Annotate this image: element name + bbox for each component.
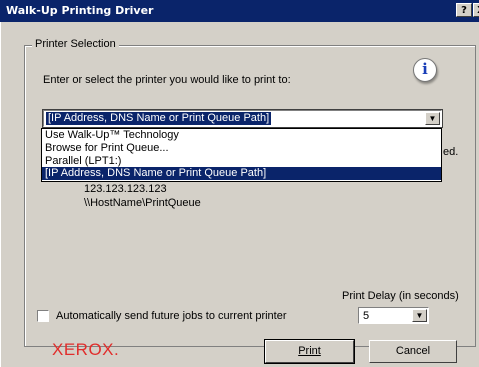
- chevron-down-icon[interactable]: ▼: [412, 309, 427, 322]
- printer-prompt: Enter or select the printer you would li…: [43, 74, 291, 86]
- help-button[interactable]: ?: [456, 3, 472, 17]
- info-icon: i: [413, 58, 437, 82]
- cancel-button[interactable]: Cancel: [369, 340, 457, 363]
- dropdown-option-walkup[interactable]: Use Walk-Up™ Technology: [42, 129, 441, 142]
- obscured-hint-text: ed.: [443, 146, 459, 158]
- printer-dropdown-list[interactable]: Use Walk-Up™ Technology Browse for Print…: [41, 128, 442, 182]
- auto-send-label[interactable]: Automatically send future jobs to curren…: [56, 310, 287, 322]
- print-delay-label: Print Delay (in seconds): [342, 290, 459, 302]
- chevron-down-icon[interactable]: ▼: [425, 112, 440, 125]
- dropdown-option-ip-address[interactable]: [IP Address, DNS Name or Print Queue Pat…: [42, 167, 441, 181]
- dropdown-option-browse[interactable]: Browse for Print Queue...: [42, 142, 441, 155]
- xerox-logo: XEROX.: [52, 340, 120, 359]
- example-queue-path: \\HostName\PrintQueue: [84, 197, 201, 209]
- printer-combobox-value[interactable]: [IP Address, DNS Name or Print Queue Pat…: [46, 112, 272, 125]
- print-delay-value[interactable]: 5: [363, 310, 369, 322]
- printer-combobox[interactable]: [IP Address, DNS Name or Print Queue Pat…: [42, 109, 443, 128]
- cancel-button-label: Cancel: [395, 345, 431, 357]
- title-bar: Walk-Up Printing Driver ? X: [0, 0, 479, 22]
- printer-selection-legend: Printer Selection: [32, 38, 119, 50]
- print-button-label: Print: [298, 345, 321, 357]
- close-button[interactable]: X: [473, 3, 479, 17]
- dropdown-option-parallel[interactable]: Parallel (LPT1:): [42, 155, 441, 168]
- print-delay-combobox[interactable]: 5 ▼: [358, 307, 429, 324]
- window-title: Walk-Up Printing Driver: [6, 4, 154, 17]
- auto-send-checkbox[interactable]: [37, 310, 49, 322]
- example-ip: 123.123.123.123: [84, 183, 167, 195]
- print-button[interactable]: Print: [264, 339, 355, 364]
